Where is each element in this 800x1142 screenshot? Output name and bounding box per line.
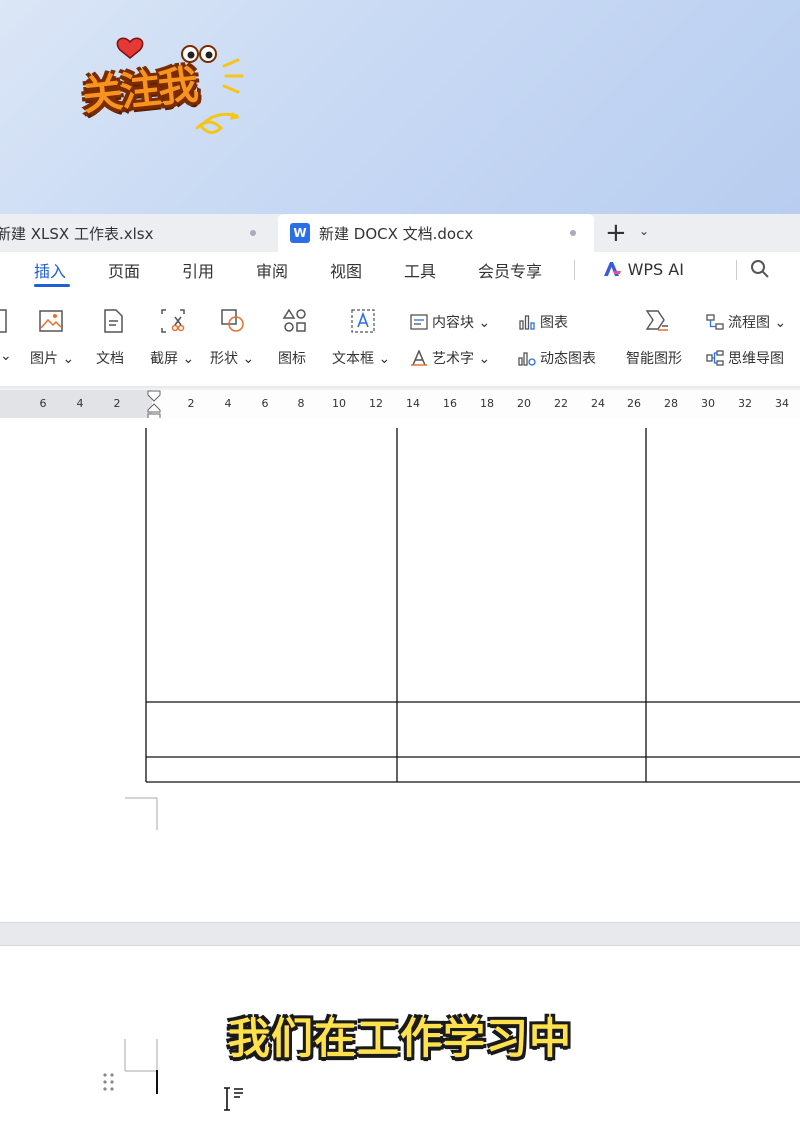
- ribbon-textbox[interactable]: 文本框 ⌄: [332, 348, 390, 368]
- ruler-tick: 24: [591, 397, 605, 410]
- menu-divider: [736, 260, 737, 280]
- wps-ai-icon: [604, 262, 621, 276]
- ruler-tick: 2: [187, 397, 195, 410]
- flowchart-icon: [706, 314, 724, 330]
- ruler-tick: 4: [76, 397, 84, 410]
- search-icon[interactable]: [750, 259, 770, 279]
- ribbon-picture-label: 图片: [30, 351, 58, 367]
- menu-references[interactable]: 引用: [182, 258, 214, 282]
- new-tab-button[interactable]: +: [605, 218, 627, 248]
- dynamic-chart-icon: [518, 352, 536, 366]
- ruler-tick: 14: [406, 397, 420, 410]
- tab-xlsx[interactable]: 新建 XLSX 工作表.xlsx: [0, 214, 270, 252]
- ribbon-screenshot-label: 截屏: [150, 351, 178, 367]
- follow-me-sticker: 关注我: [72, 36, 247, 146]
- screenshot-icon[interactable]: [160, 308, 186, 334]
- tab-close-dot[interactable]: [250, 230, 256, 236]
- wps-ai-label: WPS AI: [627, 260, 684, 279]
- ruler-tick: 8: [297, 397, 305, 410]
- active-menu-underline: [34, 284, 70, 287]
- ribbon-picture[interactable]: 图片 ⌄: [30, 348, 74, 368]
- partial-icon: [0, 309, 7, 333]
- page-separator: [0, 922, 800, 946]
- video-background: 关注我: [0, 0, 800, 214]
- ruler-tick: 26: [627, 397, 641, 410]
- ruler-tick: 30: [701, 397, 715, 410]
- ruler-tick: 20: [517, 397, 531, 410]
- ribbon-shapes-label: 形状: [210, 351, 238, 367]
- ribbon-mindmap-label: 思维导图: [728, 351, 784, 367]
- ribbon-shapes[interactable]: 形状 ⌄: [210, 348, 254, 368]
- ribbon-dynamic-chart[interactable]: 动态图表: [518, 348, 596, 368]
- ruler-tick: 16: [443, 397, 457, 410]
- menu-divider: [574, 260, 575, 280]
- shapes-icon[interactable]: [220, 308, 246, 334]
- ruler-tick: 32: [738, 397, 752, 410]
- ribbon-textbox-label: 文本框: [332, 351, 374, 367]
- tab-list-chevron-icon[interactable]: ⌄: [639, 224, 649, 238]
- ruler-tick: 10: [332, 397, 346, 410]
- smartart-icon[interactable]: [644, 308, 670, 334]
- menu-view[interactable]: 视图: [330, 258, 362, 282]
- tab-xlsx-label: 新建 XLSX 工作表.xlsx: [0, 224, 154, 243]
- menu-review[interactable]: 审阅: [256, 258, 288, 282]
- ruler-tick: 18: [480, 397, 494, 410]
- ribbon-icons[interactable]: 图标: [278, 348, 306, 368]
- ribbon-wordart[interactable]: 艺术字 ⌄: [410, 348, 490, 368]
- tab-docx-label: 新建 DOCX 文档.docx: [319, 224, 474, 243]
- wordart-icon: [411, 350, 427, 366]
- dropdown-chevron-icon[interactable]: ⌄: [0, 348, 12, 364]
- tab-docx[interactable]: W 新建 DOCX 文档.docx: [278, 214, 594, 252]
- menu-page[interactable]: 页面: [108, 258, 140, 282]
- textbox-icon[interactable]: [350, 308, 376, 334]
- drag-handle-icon[interactable]: [102, 1072, 116, 1092]
- ribbon-document[interactable]: 文档: [96, 348, 124, 368]
- ribbon-mindmap[interactable]: 思维导图: [706, 348, 784, 368]
- icons-icon[interactable]: [282, 308, 308, 334]
- ruler-tick: 2: [113, 397, 121, 410]
- document-table[interactable]: [0, 418, 800, 798]
- document-icon[interactable]: [100, 308, 126, 334]
- ribbon-dynamic-chart-label: 动态图表: [540, 351, 596, 367]
- menu-bar: 插入 页面 引用 审阅 视图 工具 会员专享 WPS AI: [0, 252, 800, 288]
- ruler-tick: 34: [775, 397, 789, 410]
- wps-ai-button[interactable]: WPS AI: [602, 260, 684, 279]
- picture-icon[interactable]: [38, 308, 64, 334]
- menu-member[interactable]: 会员专享: [478, 258, 542, 282]
- sticker-text: 关注我: [80, 62, 199, 120]
- ruler-tick: 4: [224, 397, 232, 410]
- word-icon: W: [290, 223, 310, 243]
- ruler-tick: 12: [369, 397, 383, 410]
- video-caption: 我们在工作学习中: [227, 1014, 572, 1063]
- menu-insert[interactable]: 插入: [34, 258, 66, 282]
- ribbon-chart-label: 图表: [540, 315, 568, 331]
- ribbon-wordart-label: 艺术字: [432, 351, 474, 367]
- page-corner-mark: [125, 797, 158, 830]
- text-cursor: [156, 1070, 158, 1094]
- ribbon-screenshot[interactable]: 截屏 ⌄: [150, 348, 194, 368]
- ruler-tick: 6: [261, 397, 269, 410]
- ruler-tick: 28: [664, 397, 678, 410]
- document-tab-bar: 新建 XLSX 工作表.xlsx W 新建 DOCX 文档.docx + ⌄: [0, 214, 800, 252]
- horizontal-ruler[interactable]: 6 4 2 2 4 6 8 10 12 14 16 18 20 22 24 26…: [0, 390, 800, 418]
- ribbon-content-block-label: 内容块: [432, 315, 474, 331]
- ruler-tick: 6: [39, 397, 47, 410]
- ribbon-content-block[interactable]: 内容块 ⌄: [410, 312, 490, 332]
- insert-ribbon: ⌄ 图片 ⌄ 文档 截屏 ⌄ 形状 ⌄ 图标 文本框 ⌄ 内容块 ⌄ 艺术字 ⌄…: [0, 290, 800, 386]
- ribbon-smartart[interactable]: 智能图形: [626, 348, 682, 368]
- ibeam-cursor-icon: [224, 1087, 243, 1111]
- ribbon-chart[interactable]: 图表: [518, 312, 568, 332]
- chart-icon: [519, 315, 535, 330]
- content-block-icon: [410, 314, 428, 330]
- ribbon-flowchart[interactable]: 流程图 ⌄: [706, 312, 786, 332]
- menu-tools[interactable]: 工具: [404, 258, 436, 282]
- ruler-tick: 22: [554, 397, 568, 410]
- ribbon-flowchart-label: 流程图: [728, 315, 770, 331]
- tab-close-dot[interactable]: [570, 230, 576, 236]
- mindmap-icon: [706, 350, 724, 366]
